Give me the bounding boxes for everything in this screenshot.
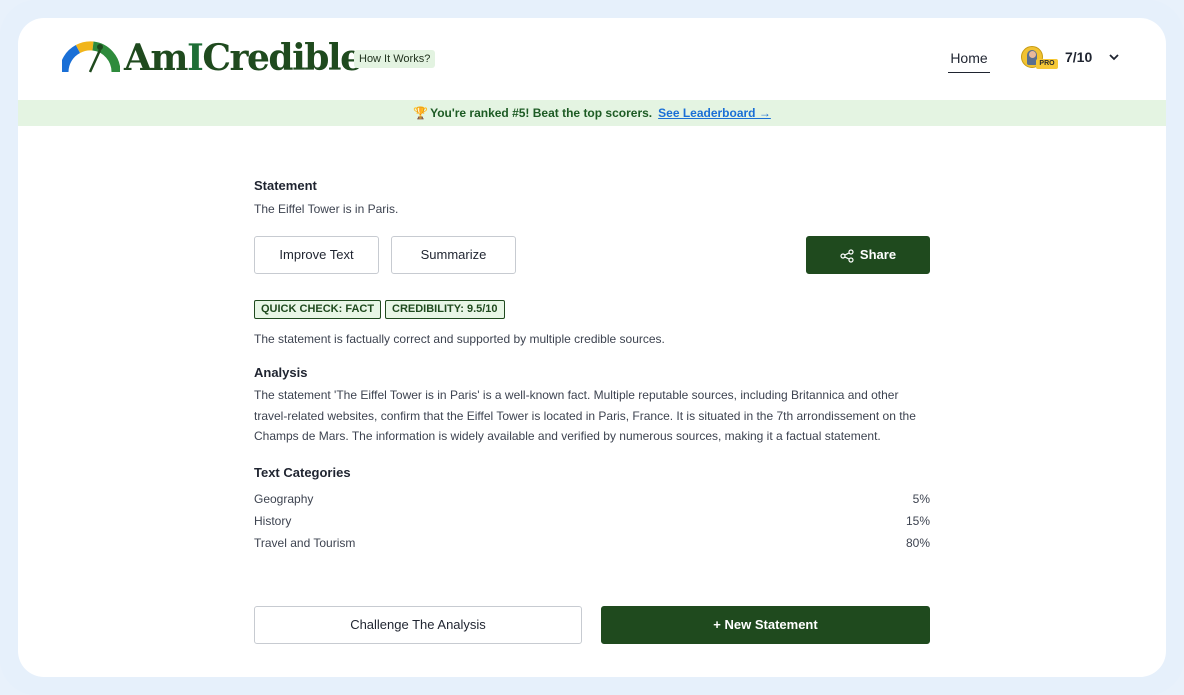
header: AmICredible How It Works? Home PRO 7/10 (18, 18, 1166, 100)
chevron-down-icon[interactable] (1108, 51, 1120, 63)
category-name: Geography (254, 492, 314, 506)
share-icon (840, 248, 854, 263)
quick-check-badge: QUICK CHECK: FACT (254, 300, 382, 319)
category-name: History (254, 514, 292, 528)
category-percent: 15% (905, 514, 930, 528)
category-row: Travel and Tourism 80% (254, 536, 930, 552)
verdict-text: The statement is factually correct and s… (254, 332, 665, 346)
challenge-analysis-button[interactable]: Challenge The Analysis (254, 606, 582, 644)
analysis-heading: Analysis (254, 365, 308, 380)
user-menu[interactable]: PRO 7/10 (1021, 46, 1120, 69)
pro-badge: PRO (1036, 59, 1058, 69)
category-percent: 80% (905, 536, 930, 550)
app-card: AmICredible How It Works? Home PRO 7/10 … (18, 18, 1166, 677)
gauge-logo-icon (62, 41, 120, 73)
app-frame: AmICredible How It Works? Home PRO 7/10 … (0, 0, 1184, 695)
category-row: Geography 5% (254, 492, 930, 508)
statement-heading: Statement (254, 178, 317, 193)
categories-heading: Text Categories (254, 465, 351, 480)
user-score: 7/10 (1065, 49, 1093, 65)
how-it-works-button[interactable]: How It Works? (354, 50, 436, 68)
new-statement-button[interactable]: + New Statement (601, 606, 930, 644)
trophy-icon: 🏆 (413, 106, 429, 120)
avatar-head (1029, 51, 1036, 58)
credibility-badge: CREDIBILITY: 9.5/10 (385, 300, 505, 319)
share-label: Share (859, 247, 897, 262)
avatar: PRO (1021, 46, 1058, 69)
improve-text-button[interactable]: Improve Text (254, 236, 379, 274)
summarize-button[interactable]: Summarize (391, 236, 516, 274)
logo-prefix: Am (124, 37, 189, 79)
share-button[interactable]: Share (806, 236, 930, 274)
category-name: Travel and Tourism (254, 536, 356, 550)
category-percent: 5% (912, 492, 930, 506)
analysis-text: The statement 'The Eiffel Tower is in Pa… (254, 388, 916, 443)
logo-accent: I (187, 37, 204, 79)
nav-home-link[interactable]: Home (948, 50, 990, 73)
statement-text: The Eiffel Tower is in Paris. (254, 202, 399, 216)
leaderboard-link[interactable]: See Leaderboard → (658, 106, 771, 120)
logo-suffix: Credible (202, 37, 363, 79)
logo[interactable]: AmICredible (62, 37, 363, 79)
logo-text: AmICredible (124, 37, 363, 79)
banner-text: You're ranked #5! Beat the top scorers. (430, 106, 653, 120)
category-row: History 15% (254, 514, 930, 530)
rank-banner: 🏆 You're ranked #5! Beat the top scorers.… (18, 100, 1166, 126)
